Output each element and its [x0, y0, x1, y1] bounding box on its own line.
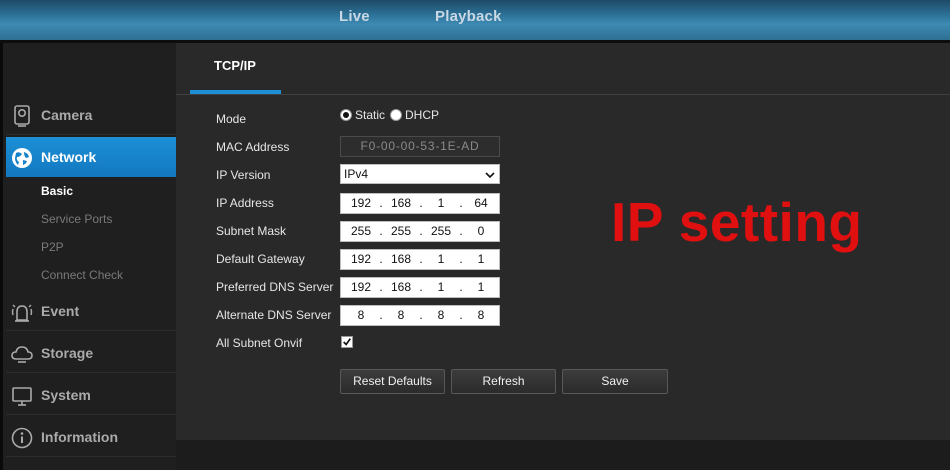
- sub-item-service-ports[interactable]: Service Ports: [41, 212, 112, 226]
- ip-octet[interactable]: 255: [345, 224, 377, 238]
- ip-octet[interactable]: 1: [465, 280, 497, 294]
- info-icon: [11, 427, 33, 449]
- sub-item-connect-check[interactable]: Connect Check: [41, 268, 123, 282]
- tab-playback[interactable]: Playback: [435, 8, 502, 25]
- ip-separator: .: [379, 196, 383, 210]
- sidebar: Camera Network Basic Service Ports P2P C…: [0, 43, 189, 470]
- subnet-mask-field[interactable]: 255 . 255 . 255 . 0: [340, 221, 500, 242]
- alarm-icon: [11, 304, 33, 322]
- alternate-dns-label: Alternate DNS Server: [216, 308, 332, 322]
- sidebar-item-label: Information: [41, 428, 118, 445]
- tab-live[interactable]: Live: [339, 8, 370, 25]
- ip-separator: .: [419, 308, 423, 322]
- ip-separator: .: [459, 196, 463, 210]
- sidebar-item-information[interactable]: Information: [6, 417, 179, 457]
- ip-octet[interactable]: 1: [425, 252, 457, 266]
- ip-octet[interactable]: 8: [345, 308, 377, 322]
- sidebar-item-camera[interactable]: Camera: [6, 95, 179, 135]
- default-gateway-field[interactable]: 192 . 168 . 1 . 1: [340, 249, 500, 270]
- subnet-mask-label: Subnet Mask: [216, 224, 287, 238]
- globe-icon: [12, 148, 32, 168]
- cloud-icon: [11, 346, 33, 363]
- sub-item-p2p[interactable]: P2P: [41, 240, 64, 254]
- ip-separator: .: [459, 252, 463, 266]
- ip-octet[interactable]: 8: [425, 308, 457, 322]
- onvif-label: All Subnet Onvif: [216, 336, 303, 350]
- ip-separator: .: [459, 280, 463, 294]
- ip-separator: .: [379, 280, 383, 294]
- ip-octet[interactable]: 1: [465, 252, 497, 266]
- divider: [176, 94, 950, 95]
- radio-unselected-icon: [390, 109, 402, 121]
- ip-octet[interactable]: 168: [385, 280, 417, 294]
- ip-separator: .: [459, 224, 463, 238]
- ip-octet[interactable]: 8: [385, 308, 417, 322]
- mode-label: Mode: [216, 112, 247, 126]
- top-nav-bar: Live Playback: [0, 0, 950, 40]
- ip-separator: .: [379, 252, 383, 266]
- tab-tcpip[interactable]: TCP/IP: [190, 58, 280, 73]
- camera-icon: [14, 105, 30, 127]
- ip-separator: .: [419, 280, 423, 294]
- reset-defaults-button[interactable]: Reset Defaults: [340, 369, 445, 394]
- radio-selected-icon: [340, 109, 352, 121]
- annotation-overlay: IP setting: [611, 191, 863, 253]
- alternate-dns-field[interactable]: 8 . 8 . 8 . 8: [340, 305, 500, 326]
- mac-address-field: F0-00-00-53-1E-AD: [340, 136, 500, 157]
- ip-octet[interactable]: 168: [385, 252, 417, 266]
- ip-octet[interactable]: 192: [345, 252, 377, 266]
- ip-octet[interactable]: 192: [345, 196, 377, 210]
- save-button[interactable]: Save: [562, 369, 668, 394]
- ip-separator: .: [459, 308, 463, 322]
- mode-dhcp-radio[interactable]: DHCP: [390, 108, 439, 122]
- sidebar-item-event[interactable]: Event: [6, 291, 179, 331]
- ip-address-label: IP Address: [216, 196, 274, 210]
- sidebar-item-label: Network: [41, 149, 97, 165]
- chevron-down-icon: [485, 172, 495, 179]
- preferred-dns-field[interactable]: 192 . 168 . 1 . 1: [340, 277, 500, 298]
- mode-dhcp-label: DHCP: [405, 108, 440, 122]
- ip-octet[interactable]: 8: [465, 308, 497, 322]
- sidebar-item-label: Event: [41, 302, 80, 319]
- ip-separator: .: [379, 308, 383, 322]
- footer-area: [176, 440, 950, 470]
- ip-separator: .: [419, 224, 423, 238]
- sidebar-item-label: Storage: [41, 344, 94, 361]
- ip-octet[interactable]: 255: [385, 224, 417, 238]
- sidebar-item-label: Camera: [41, 106, 93, 123]
- onvif-checkbox[interactable]: [341, 336, 353, 348]
- ip-version-select[interactable]: IPv4: [340, 164, 500, 184]
- ip-octet[interactable]: 0: [465, 224, 497, 238]
- ip-octet[interactable]: 1: [425, 196, 457, 210]
- mode-static-radio[interactable]: Static: [340, 108, 385, 122]
- default-gateway-label: Default Gateway: [216, 252, 305, 266]
- sidebar-item-network[interactable]: Network: [6, 137, 189, 177]
- ip-octet[interactable]: 168: [385, 196, 417, 210]
- sidebar-item-label: System: [41, 386, 91, 403]
- checkmark-icon: [343, 338, 352, 346]
- sub-item-basic[interactable]: Basic: [41, 184, 73, 198]
- mode-static-label: Static: [355, 108, 386, 122]
- ip-address-field[interactable]: 192 . 168 . 1 . 64: [340, 193, 500, 214]
- ip-separator: .: [419, 252, 423, 266]
- ip-separator: .: [419, 196, 423, 210]
- ip-octet[interactable]: 255: [425, 224, 457, 238]
- ip-separator: .: [379, 224, 383, 238]
- ip-octet[interactable]: 64: [465, 196, 497, 210]
- preferred-dns-label: Preferred DNS Server: [216, 280, 334, 294]
- sidebar-item-system[interactable]: System: [6, 375, 179, 415]
- ip-octet[interactable]: 192: [345, 280, 377, 294]
- refresh-button[interactable]: Refresh: [451, 369, 556, 394]
- monitor-icon: [12, 387, 32, 406]
- ip-version-label: IP Version: [216, 168, 271, 182]
- sidebar-item-storage[interactable]: Storage: [6, 333, 179, 373]
- mac-label: MAC Address: [216, 140, 290, 154]
- ip-octet[interactable]: 1: [425, 280, 457, 294]
- ip-version-value: IPv4: [344, 167, 369, 181]
